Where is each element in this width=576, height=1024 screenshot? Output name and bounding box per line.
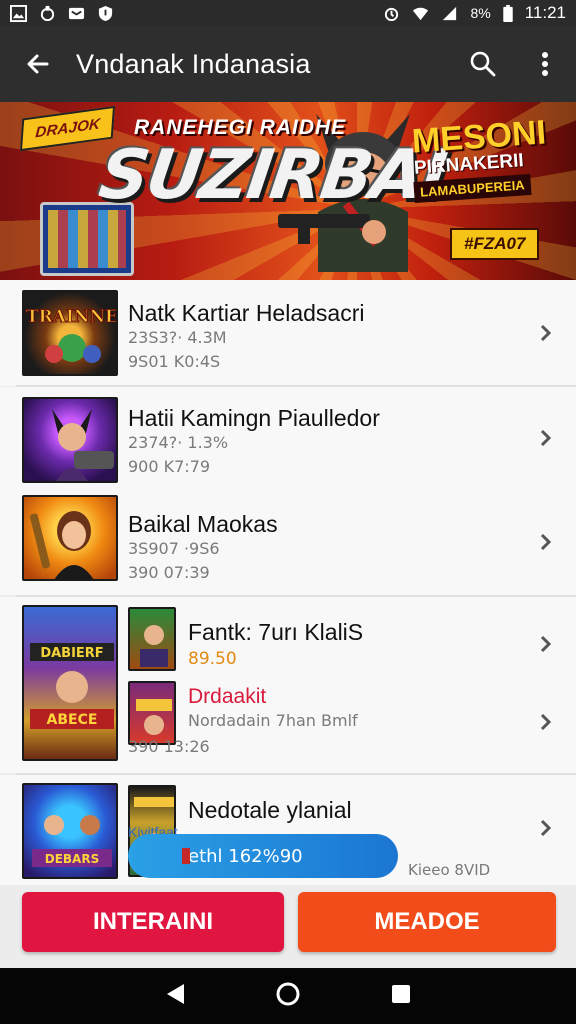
banner-code: #FZA07 [450,228,540,260]
pill-text: ethl 162%90 [188,845,303,867]
item-meta-primary: 23S3?· 4.3M [128,328,227,347]
nav-back-button[interactable] [164,982,186,1011]
nav-home-button[interactable] [275,981,301,1012]
system-nav-bar [0,968,576,1024]
item-subthumbnail [128,681,176,745]
chevron-right-icon [540,713,552,731]
item-thumbnail: DABIERF ABECE [22,605,118,761]
status-bar: 8% 11:21 [0,0,576,26]
more-vert-icon [542,52,548,76]
page-title: Vndanak Indanasia [76,48,311,79]
svg-text:DEBARS: DEBARS [45,852,99,866]
app-bar: Vndanak Indanasia [0,26,576,102]
item-title: Fantk: 7urı KlaliS [188,619,364,645]
list-item[interactable]: TRAINNE Natk Kartiar Heladsacri 23S3?· 4… [0,280,576,386]
chevron-right-icon [540,819,552,837]
shield-icon [98,5,113,21]
item-thumbnail [22,397,118,483]
nav-recents-button[interactable] [390,983,412,1010]
signal-icon [443,6,457,20]
battery-percent: 8% [470,5,491,21]
primary-action-button[interactable]: INTERAINI [22,892,284,952]
item-meta-secondary: 390 13:26 [128,737,210,756]
item-meta-secondary: 900 K7:79 [128,457,211,476]
square-recents-icon [391,984,410,1003]
wifi-icon [413,7,429,20]
arrow-back-icon [27,54,49,74]
secondary-action-button[interactable]: MEADOE [298,892,556,952]
item-status-pill[interactable]: ethl 162%90 [128,834,398,878]
chevron-right-icon [540,429,552,447]
chevron-right-icon [540,324,552,342]
item-meta-primary: 2374?· 1.3% [128,433,229,452]
item-title: Baikal Maokas [128,511,278,537]
message-icon [68,7,85,19]
item-meta-primary: 3S907 ·9S6 [128,539,220,558]
svg-text:DABIERF: DABIERF [40,646,103,661]
item-thumbnail: TRAINNE [22,290,118,376]
list-item[interactable]: Baikal Maokas 3S907 ·9S6 390 07:39 [0,491,576,595]
item-title: Natk Kartiar Heladsacri [128,300,365,326]
alarm-icon [385,7,399,21]
status-time: 11:21 [524,3,566,22]
item-price: 89.50 [188,649,237,669]
item-note: Kieeo 8VID [408,861,491,879]
item-thumbnail [22,495,118,581]
chevron-right-icon [540,635,552,653]
battery-icon [502,4,513,22]
item-meta-secondary: 390 07:39 [128,563,210,582]
gallery-icon [10,4,27,22]
list-item[interactable]: DABIERF ABECE Fantk: 7urı KlaliS 89.50 Dr… [0,597,576,773]
circle-home-icon [276,982,300,1005]
item-description: Nordadain 7han Bmlf [188,711,358,730]
chevron-right-icon [540,533,552,551]
svg-text:TRAINNE: TRAINNE [26,307,118,327]
banner-headline: SUZIRBAI [94,136,451,215]
svg-text:ABECE: ABECE [47,712,98,728]
back-button[interactable] [0,26,76,102]
item-meta-secondary: 9S01 K0:4S [128,352,221,371]
item-title: Nedotale ylanial [188,797,352,823]
promo-banner[interactable]: DRAJOK RANEHEGI RAIDHE SUZIRBAI MESONI P… [0,102,576,280]
item-thumbnail: DEBARS [22,783,118,879]
pill-marker [182,848,190,864]
item-subthumbnail [128,607,176,671]
item-subtitle: Drdaakit [188,685,267,708]
search-button[interactable] [452,26,514,102]
item-title: Hatii Kamingn Piaulledor [128,405,380,431]
overflow-menu-button[interactable] [514,26,576,102]
triangle-back-icon [167,983,185,1004]
vpn-icon [40,5,55,21]
list-item[interactable]: Hatii Kamingn Piaulledor 2374?· 1.3% 900… [0,387,576,491]
search-icon [470,51,496,77]
